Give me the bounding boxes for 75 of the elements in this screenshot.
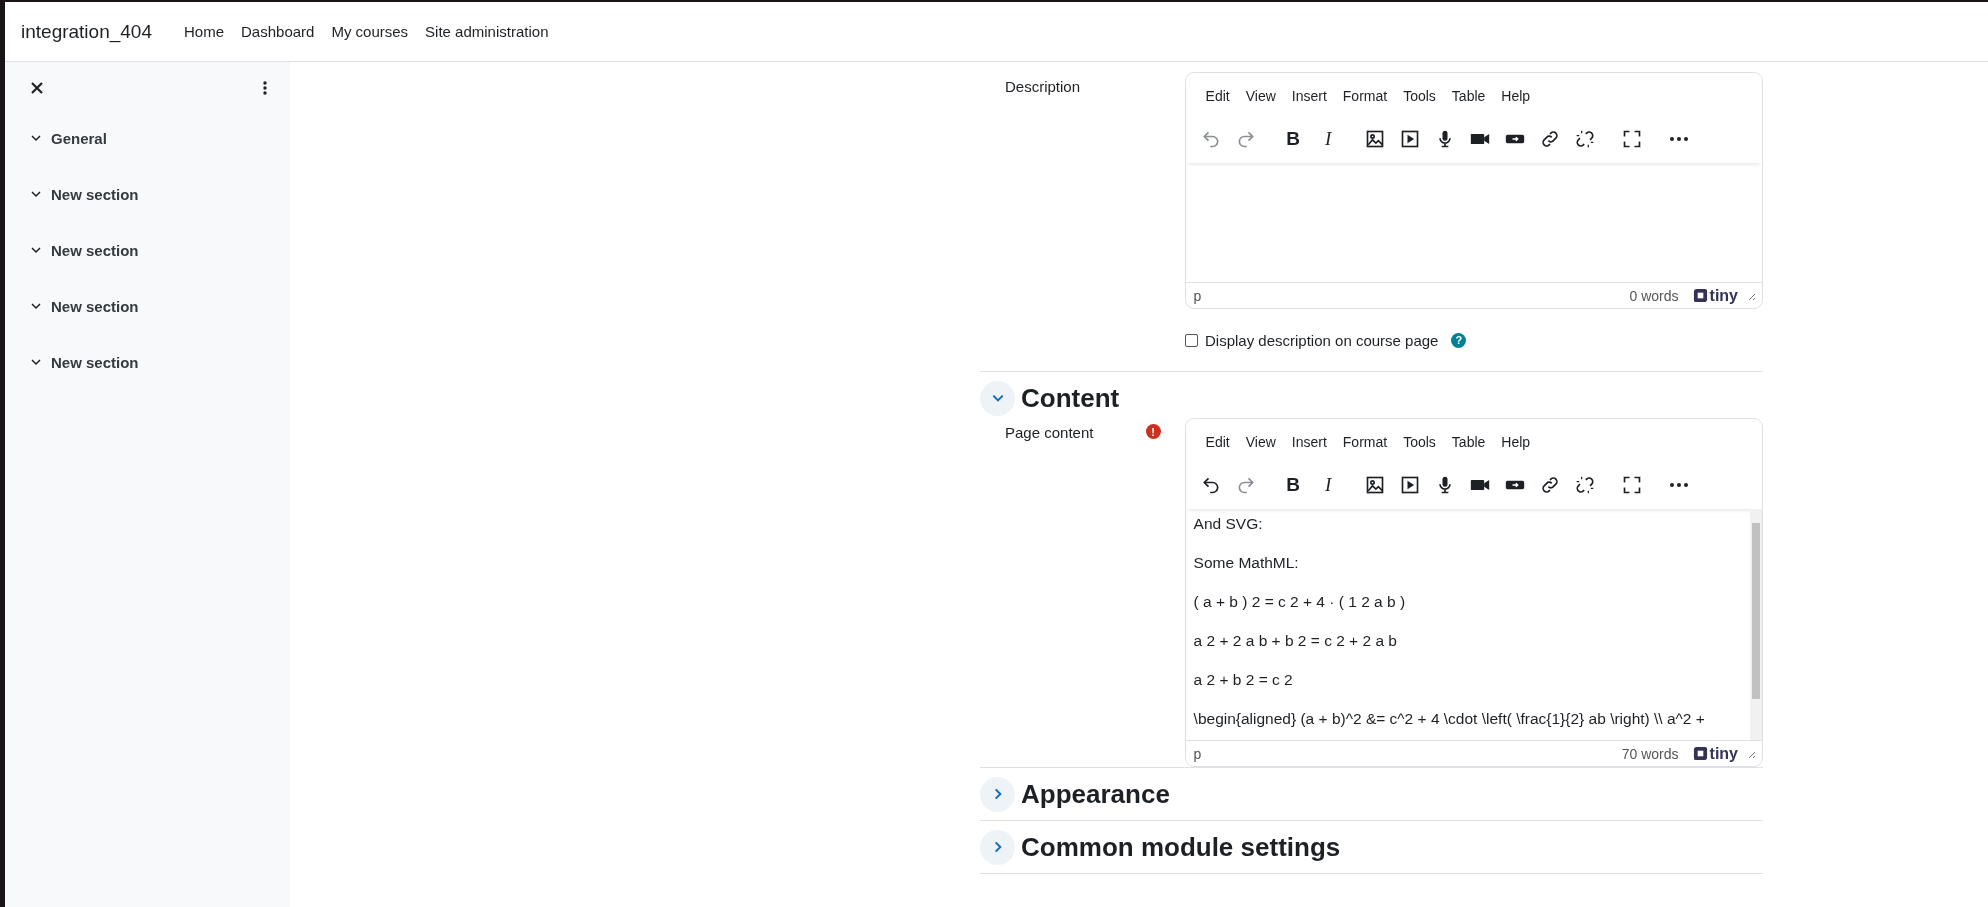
section-heading[interactable]: Common module settings <box>1021 831 1341 863</box>
menu-item[interactable]: Insert <box>1283 88 1335 104</box>
image-icon <box>1365 475 1386 495</box>
field-label: Description <box>1005 78 1081 95</box>
menu-item[interactable]: Tools <box>1395 88 1444 104</box>
menu-item[interactable]: View <box>1237 88 1284 104</box>
section-heading[interactable]: Content <box>1021 382 1120 414</box>
nav-link[interactable]: Site administration <box>425 23 549 40</box>
redo-icon <box>1236 475 1257 495</box>
menu-item[interactable]: Table <box>1443 434 1494 450</box>
link-icon <box>1540 129 1561 149</box>
element-path: p <box>1193 287 1202 304</box>
editor-content-area[interactable]: And SVG: Some MathML: ( a + b ) 2 = c 2 + 4 · ( 1 2 a b ) a 2 + 2 a b + b 2 = c 2 + 2 a b a 2 + b 2 = c 2 \begin{aligned} (a + b)^2 &= c^2 + 4 \cdot \left( \frac{1}{2} ab \right) \\ a^2 + <box>1185 509 1762 741</box>
broken-link-icon <box>1575 129 1596 149</box>
menu-item[interactable]: Help <box>1493 434 1539 450</box>
editor-paragraph: a 2 + b 2 = c 2 <box>1193 670 1294 690</box>
chevron-icon[interactable] <box>30 356 42 368</box>
link-icon <box>1540 475 1561 495</box>
bold-button[interactable]: B <box>1275 468 1311 502</box>
nav-link[interactable]: My courses <box>331 23 409 40</box>
editor-paragraph: And SVG: <box>1193 514 1264 534</box>
help-icon[interactable]: ? <box>1451 332 1467 348</box>
collapse-toggle[interactable] <box>980 829 1015 865</box>
section-link[interactable]: New section <box>51 241 139 259</box>
required-icon: ! <box>1145 424 1161 439</box>
menu-item[interactable]: View <box>1237 434 1284 450</box>
menu-item[interactable]: Edit <box>1197 88 1238 104</box>
checkbox-label[interactable]: Display description on course page <box>1205 331 1439 349</box>
section-link[interactable]: General <box>51 129 107 147</box>
section-link[interactable]: New section <box>51 297 139 315</box>
menu-item[interactable]: Format <box>1334 88 1396 104</box>
italic-button[interactable]: I <box>1310 468 1346 502</box>
chevron-icon[interactable] <box>30 244 42 256</box>
broken-link-icon <box>1575 475 1596 495</box>
tiny-logo: tiny <box>1692 286 1738 305</box>
tiny-logo: tiny <box>1692 744 1738 763</box>
scrollbar[interactable] <box>1750 509 1762 740</box>
menu-item[interactable]: Format <box>1334 434 1396 450</box>
section-link[interactable]: New section <box>51 185 139 203</box>
menu-item[interactable]: Table <box>1443 88 1494 104</box>
play-icon <box>1400 475 1421 495</box>
editor-paragraph: Some MathML: <box>1193 553 1300 573</box>
close-icon[interactable] <box>31 82 43 94</box>
editor-paragraph: a 2 + 2 a b + b 2 = c 2 + 2 a b <box>1193 631 1398 651</box>
site-name[interactable]: integration_404 <box>21 20 152 43</box>
fullscreen-icon <box>1622 129 1643 149</box>
menu-item[interactable]: Insert <box>1283 434 1335 450</box>
bold-button[interactable]: B <box>1275 122 1311 156</box>
collapse-toggle[interactable] <box>980 380 1015 416</box>
menu-item[interactable]: Help <box>1493 88 1539 104</box>
fullscreen-icon <box>1622 475 1643 495</box>
menu-item[interactable]: Edit <box>1197 434 1238 450</box>
play-icon <box>1400 129 1421 149</box>
image-icon <box>1365 129 1386 149</box>
editor-paragraph: \begin{aligned} (a + b)^2 &= c^2 + 4 \cdot \left( \frac{1}{2} ab \right) \\ a^2 + <box>1193 709 1706 729</box>
redo-icon <box>1236 129 1257 149</box>
more-icon <box>1669 136 1690 142</box>
kebab-menu-icon[interactable] <box>263 81 267 95</box>
word-count: 70 words <box>1621 745 1679 762</box>
italic-button[interactable]: I <box>1310 122 1346 156</box>
checkbox[interactable] <box>1185 333 1198 347</box>
chevron-icon[interactable] <box>30 188 42 200</box>
section-heading[interactable]: Appearance <box>1021 778 1170 810</box>
section-link[interactable]: New section <box>51 353 139 371</box>
field-label: Page content <box>1005 424 1094 441</box>
nav-link[interactable]: Home <box>184 23 224 40</box>
more-icon <box>1669 482 1690 488</box>
nav-link[interactable]: Dashboard <box>241 23 315 40</box>
menu-item[interactable]: Tools <box>1395 434 1444 450</box>
word-count: 0 words <box>1629 287 1679 304</box>
chevron-icon[interactable] <box>30 132 42 144</box>
editor-paragraph: ( a + b ) 2 = c 2 + 4 · ( 1 2 a b ) <box>1193 592 1407 612</box>
element-path: p <box>1193 745 1202 762</box>
collapse-toggle[interactable] <box>980 776 1015 812</box>
chevron-icon[interactable] <box>30 300 42 312</box>
